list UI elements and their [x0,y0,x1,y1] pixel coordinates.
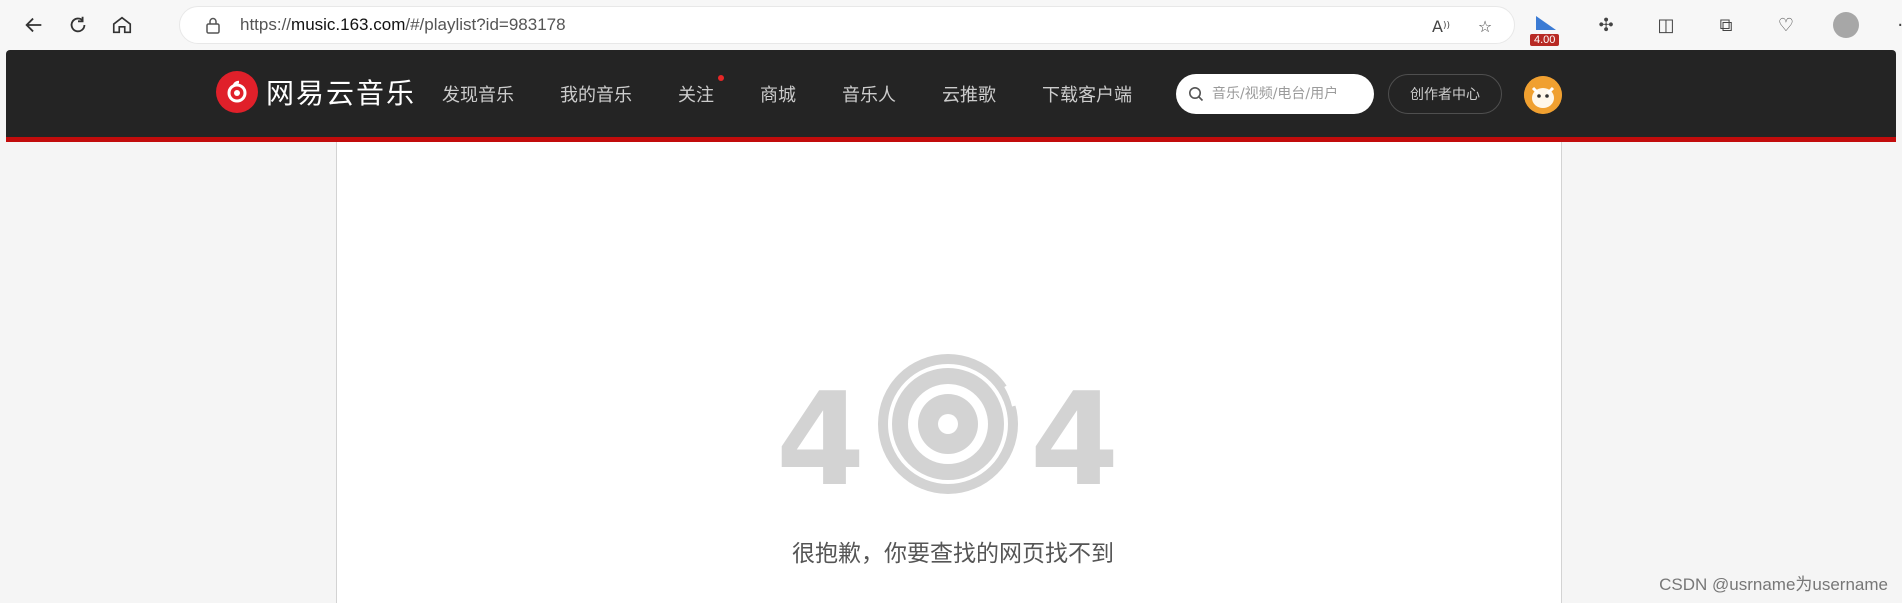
netease-music-logo-icon [216,71,258,113]
profile-button[interactable] [1828,8,1864,42]
avatar-image [1524,76,1562,114]
lock-icon [206,17,220,34]
browser-toolbar: https://music.163.com/#/playlist?id=9831… [0,0,1902,50]
address-bar[interactable]: https://music.163.com/#/playlist?id=9831… [179,6,1515,44]
nav-cloud-promote[interactable]: 云推歌 [942,81,996,107]
error-code-left: 4 [776,366,865,496]
favorite-star-icon[interactable]: ☆ [1474,15,1496,37]
watermark: CSDN @usrname为username [1659,575,1888,594]
extension-flag-icon [1536,16,1556,30]
vinyl-disc-icon [878,354,1018,494]
nav-discover-music[interactable]: 发现音乐 [442,81,514,107]
extensions-button[interactable]: ✣ [1588,8,1624,42]
extension-badge: 4.00 [1530,34,1560,46]
collections-button[interactable]: ⧉ [1708,8,1744,42]
refresh-icon [70,16,86,33]
top-navigation: 发现音乐 我的音乐 关注 商城 音乐人 云推歌 下载客户端 [442,50,1178,137]
nav-my-music[interactable]: 我的音乐 [560,81,632,107]
browser-essentials-button[interactable]: ♡ [1768,8,1804,42]
puzzle-icon: ✣ [1598,14,1614,36]
back-button[interactable] [12,5,56,45]
nav-store[interactable]: 商城 [760,81,796,107]
site-search [1176,74,1374,114]
error-404-graphic: 4 4 [776,354,1119,496]
more-menu-button[interactable]: ··· [1888,8,1902,42]
home-icon [112,16,132,34]
notification-dot [718,74,724,81]
split-screen-button[interactable]: ◫ [1648,8,1684,42]
heart-pulse-icon: ♡ [1777,14,1795,36]
site-header: 网易云音乐 发现音乐 我的音乐 关注 商城 音乐人 云推歌 下载客户端 创作者中… [6,50,1896,142]
error-code-right: 4 [1030,366,1119,496]
arrow-left-icon [25,17,42,33]
nav-follow-label: 关注 [678,84,714,106]
search-icon [1189,87,1204,102]
logo-text: 网易云音乐 [266,77,417,110]
user-avatar[interactable] [1524,76,1562,114]
refresh-button[interactable] [56,5,100,45]
site-logo[interactable]: 网易云音乐 [216,71,416,113]
nav-follow[interactable]: 关注 [678,74,724,107]
creator-center-button[interactable]: 创作者中心 [1388,74,1502,114]
nav-musicians[interactable]: 音乐人 [842,81,896,107]
search-input[interactable] [1212,86,1352,102]
home-button[interactable] [100,5,144,45]
extension-counter-button[interactable]: 4.00 [1528,8,1564,46]
split-screen-icon: ◫ [1657,14,1675,36]
error-message: 很抱歉，你要查找的网页找不到 [792,541,1114,567]
collections-icon: ⧉ [1719,14,1733,36]
nav-download-client[interactable]: 下载客户端 [1042,81,1132,107]
read-aloud-icon[interactable]: A)) [1430,15,1452,37]
url-text: https://music.163.com/#/playlist?id=9831… [240,15,566,34]
profile-avatar [1833,12,1859,38]
ellipsis-icon: ··· [1897,15,1902,36]
